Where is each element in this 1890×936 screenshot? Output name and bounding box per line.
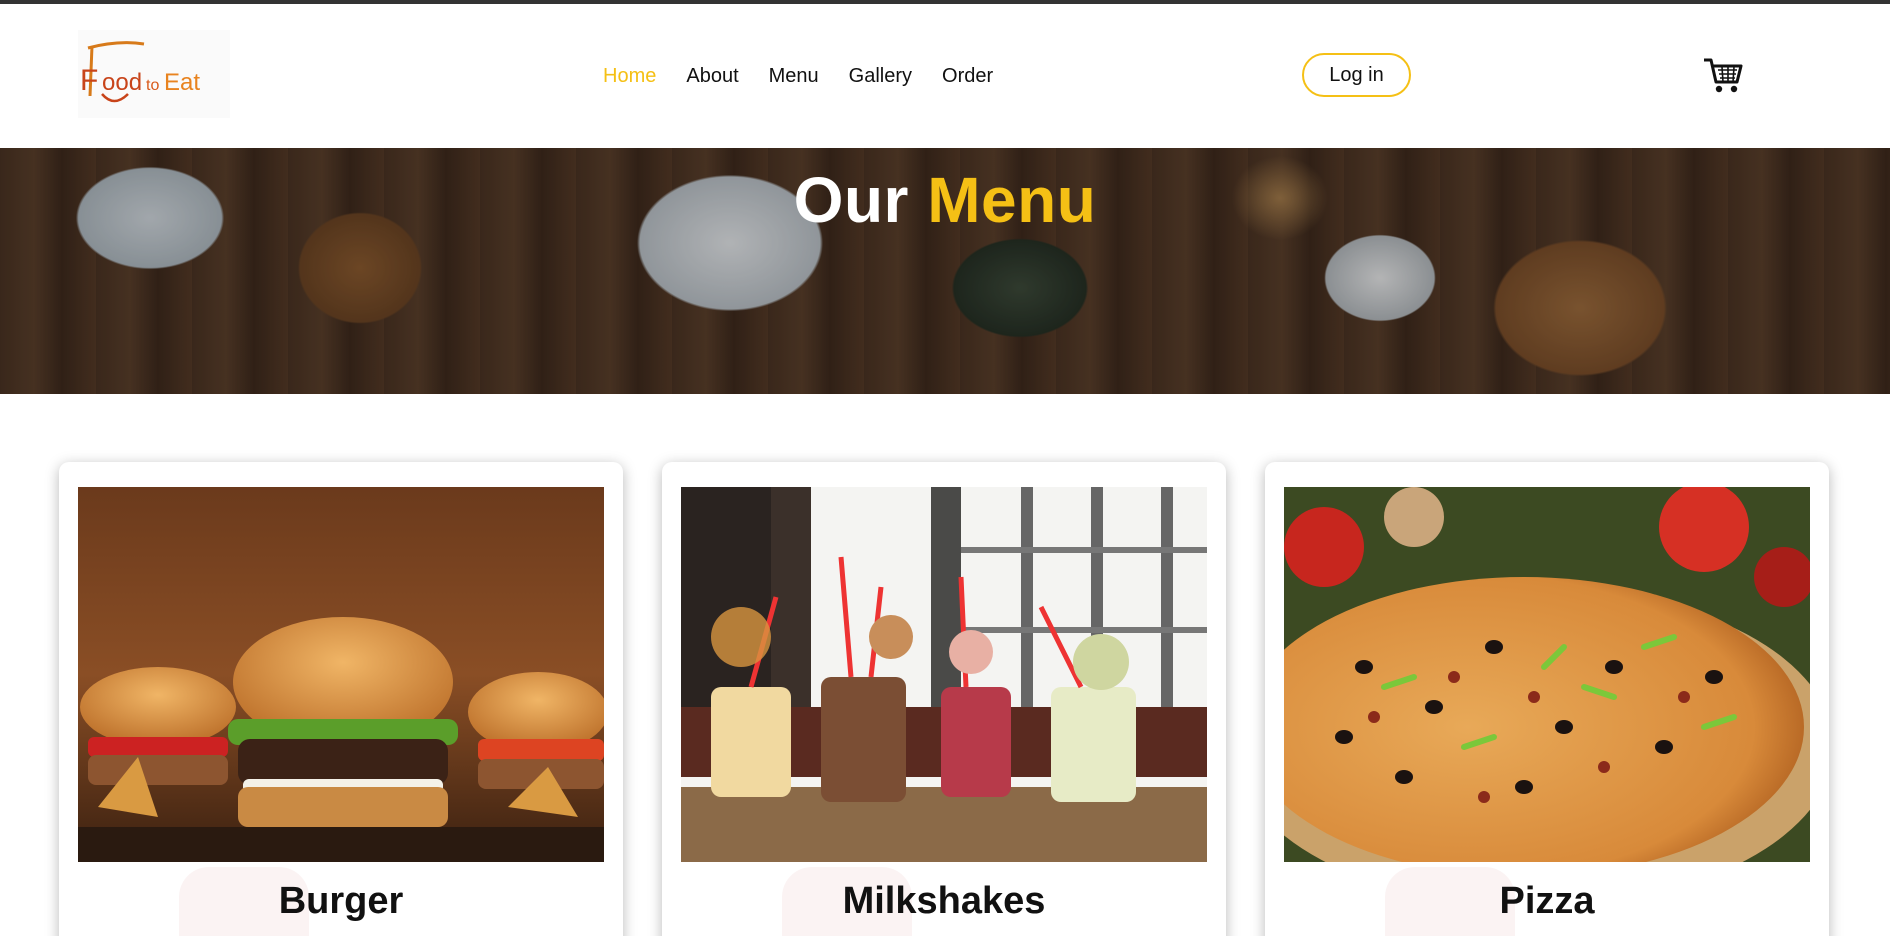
nav-about[interactable]: About [686, 64, 738, 88]
nav-home[interactable]: Home [603, 64, 656, 88]
brand-logo[interactable]: F ood to Eat [78, 30, 230, 118]
logo-initial: F [80, 64, 98, 97]
card-title-pizza: Pizza [1499, 880, 1595, 922]
logo-word-to: to [146, 77, 159, 94]
login-button[interactable]: Log in [1302, 53, 1411, 97]
burger-photo [78, 487, 604, 862]
milkshakes-photo [681, 487, 1207, 862]
menu-hero-banner: Our Menu [0, 148, 1890, 394]
pizza-photo [1284, 487, 1810, 862]
hero-title: Our Menu [0, 163, 1890, 237]
cart-icon[interactable] [1702, 54, 1744, 96]
nav-menu[interactable]: Menu [769, 64, 819, 88]
site-header: F ood to Eat Home About Menu Gallery Ord… [0, 4, 1890, 148]
card-title-burger: Burger [278, 880, 404, 922]
menu-card-milkshakes[interactable]: Milkshakes [662, 462, 1226, 936]
hero-title-our: Our [793, 164, 909, 236]
logo-graphic: F ood to Eat [80, 41, 200, 103]
nav-order[interactable]: Order [942, 64, 993, 88]
logo-word-food: ood [102, 69, 142, 96]
menu-card-burger[interactable]: Burger [59, 462, 623, 936]
menu-card-pizza[interactable]: Pizza [1265, 462, 1829, 936]
logo-word-eat: Eat [164, 69, 200, 96]
main-nav: Home About Menu Gallery Order [603, 64, 993, 88]
hero-title-menu: Menu [927, 164, 1097, 236]
card-title-milkshakes: Milkshakes [842, 880, 1046, 922]
nav-gallery[interactable]: Gallery [849, 64, 912, 88]
